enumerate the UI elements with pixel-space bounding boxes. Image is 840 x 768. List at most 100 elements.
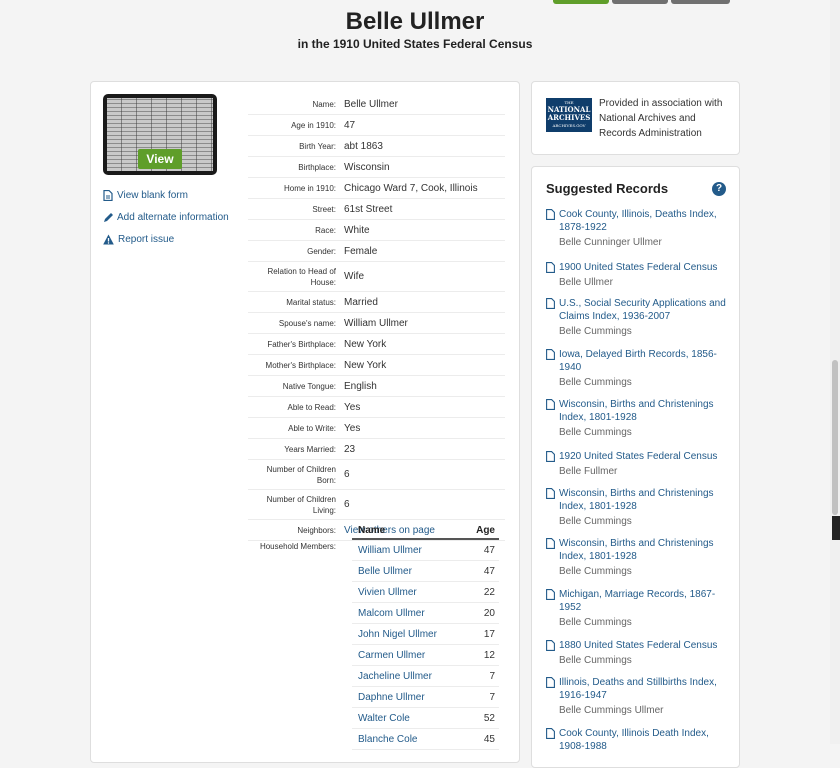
- suggested-record-link[interactable]: Illinois, Deaths and Stillbirths Index, …: [546, 676, 726, 702]
- document-icon: [546, 728, 555, 739]
- household-member-age: 17: [483, 628, 495, 640]
- view-image-button[interactable]: View: [138, 149, 182, 169]
- record-header: Belle Ullmer in the 1910 United States F…: [0, 7, 830, 51]
- suggested-record-link[interactable]: Iowa, Delayed Birth Records, 1856-1940: [546, 348, 726, 374]
- fact-row: Number of Children Born: 6: [248, 460, 505, 490]
- suggested-record-link[interactable]: U.S., Social Security Applications and C…: [546, 297, 726, 323]
- household-member-link[interactable]: William Ullmer: [358, 545, 422, 556]
- fact-row: Marital status: Married: [248, 292, 505, 313]
- fact-label: Gender:: [307, 246, 336, 256]
- fact-row: Native Tongue: English: [248, 376, 505, 397]
- suggested-record-link[interactable]: Wisconsin, Births and Christenings Index…: [546, 537, 726, 563]
- household-member-age: 52: [483, 712, 495, 724]
- record-image-thumbnail[interactable]: View: [103, 94, 217, 175]
- nara-attribution: Provided in association with National Ar…: [599, 98, 723, 139]
- household-member-link[interactable]: Daphne Ullmer: [358, 692, 425, 703]
- document-icon: [546, 589, 555, 600]
- document-icon: [546, 298, 555, 309]
- household-member-link[interactable]: John Nigel Ullmer: [358, 629, 437, 640]
- document-icon: [546, 262, 555, 273]
- scrollbar-thumb[interactable]: [832, 360, 838, 515]
- household-row: Daphne Ullmer 7: [352, 687, 499, 708]
- suggested-record-title: Wisconsin, Births and Christenings Index…: [559, 538, 714, 562]
- suggested-record-link[interactable]: Cook County, Illinois Death Index, 1908-…: [546, 727, 726, 753]
- add-alternate-info-link[interactable]: Add alternate information: [103, 206, 229, 228]
- suggested-record-item: Wisconsin, Births and Christenings Index…: [546, 487, 726, 529]
- household-member-link[interactable]: Malcom Ullmer: [358, 608, 425, 619]
- page-scrollbar[interactable]: [830, 0, 840, 744]
- fact-value: William Ullmer: [344, 317, 408, 329]
- household-member-link[interactable]: Carmen Ullmer: [358, 650, 425, 661]
- suggested-record-item: 1900 United States Federal Census Belle U…: [546, 261, 726, 290]
- fact-row: Home in 1910: Chicago Ward 7, Cook, Illin…: [248, 178, 505, 199]
- household-member-age: 22: [483, 586, 495, 598]
- suggested-record-title: U.S., Social Security Applications and C…: [559, 298, 726, 322]
- fact-row: Birthplace: Wisconsin: [248, 157, 505, 178]
- fact-row: Spouse's name: William Ullmer: [248, 313, 505, 334]
- suggested-record-title: Wisconsin, Births and Christenings Index…: [559, 399, 714, 423]
- document-icon: [546, 677, 555, 688]
- suggested-record-item: 1880 United States Federal Census Belle C…: [546, 639, 726, 668]
- tools-button[interactable]: [612, 0, 668, 4]
- household-member-age: 20: [483, 607, 495, 619]
- fact-value: English: [344, 380, 377, 392]
- suggested-record-link[interactable]: 1900 United States Federal Census: [546, 261, 726, 274]
- suggested-record-link[interactable]: Cook County, Illinois, Deaths Index, 187…: [546, 208, 726, 234]
- suggested-record-person: Belle Cummings: [559, 427, 632, 438]
- report-issue-link[interactable]: Report issue: [103, 228, 229, 250]
- fact-value: abt 1863: [344, 140, 383, 152]
- household-members-table: Name Age William Ullmer 47 Belle Ullmer 47 V…: [352, 523, 499, 750]
- record-actions: View blank form Add alternate informatio…: [103, 184, 229, 250]
- suggested-record-title: Cook County, Illinois Death Index, 1908-…: [559, 728, 709, 752]
- suggested-record-item: Illinois, Deaths and Stillbirths Index, …: [546, 676, 726, 718]
- fact-row: Father's Birthplace: New York: [248, 334, 505, 355]
- household-member-age: 47: [483, 565, 495, 577]
- household-member-link[interactable]: Belle Ullmer: [358, 566, 412, 577]
- suggested-record-link[interactable]: 1880 United States Federal Census: [546, 639, 726, 652]
- household-row: William Ullmer 47: [352, 540, 499, 561]
- fact-row: Relation to Head of House: Wife: [248, 262, 505, 292]
- suggested-record-link[interactable]: Michigan, Marriage Records, 1867-1952: [546, 588, 726, 614]
- fact-value: Wisconsin: [344, 161, 390, 173]
- fact-label: Native Tongue:: [282, 381, 336, 391]
- fact-value: New York: [344, 338, 387, 350]
- document-icon: [546, 451, 555, 462]
- suggested-record-link[interactable]: Wisconsin, Births and Christenings Index…: [546, 398, 726, 424]
- help-icon[interactable]: ?: [712, 182, 726, 196]
- fact-label: Neighbors:: [297, 525, 336, 535]
- suggested-record-person: Belle Cummings: [559, 377, 632, 388]
- fact-value: 6: [344, 499, 350, 510]
- save-button[interactable]: [553, 0, 609, 4]
- suggested-record-title: Illinois, Deaths and Stillbirths Index, …: [559, 677, 717, 701]
- suggested-record-title: Iowa, Delayed Birth Records, 1856-1940: [559, 349, 717, 373]
- suggested-record-link[interactable]: 1920 United States Federal Census: [546, 450, 726, 463]
- suggested-record-item: Iowa, Delayed Birth Records, 1856-1940 Be…: [546, 348, 726, 390]
- fact-label: Years Married:: [284, 444, 336, 454]
- suggested-record-person: Belle Cummings: [559, 655, 632, 666]
- household-header: Name Age: [352, 523, 499, 540]
- view-blank-form-link[interactable]: View blank form: [103, 184, 229, 206]
- household-member-link[interactable]: Jacheline Ullmer: [358, 671, 432, 682]
- fact-label: Relation to Head of House:: [267, 266, 337, 287]
- suggested-record-item: 1920 United States Federal Census Belle F…: [546, 450, 726, 479]
- suggested-record-link[interactable]: Wisconsin, Births and Christenings Index…: [546, 487, 726, 513]
- household-row: John Nigel Ullmer 17: [352, 624, 499, 645]
- document-icon: [546, 399, 555, 410]
- fact-value: 47: [344, 119, 356, 131]
- household-member-link[interactable]: Vivien Ullmer: [358, 587, 417, 598]
- fact-row: Name: Belle Ullmer: [248, 94, 505, 115]
- household-member-link[interactable]: Walter Cole: [358, 713, 410, 724]
- fact-label: Household Members:: [259, 542, 336, 551]
- suggested-record-person: Belle Cummings: [559, 566, 632, 577]
- fact-label: Age in 1910:: [291, 120, 336, 130]
- fact-value: 6: [344, 469, 350, 480]
- suggested-record-person: Belle Fullmer: [559, 466, 618, 477]
- household-member-link[interactable]: Blanche Cole: [358, 734, 417, 745]
- add-alternate-info-label: Add alternate information: [117, 211, 229, 223]
- household-row: Carmen Ullmer 12: [352, 645, 499, 666]
- suggested-record-title: Wisconsin, Births and Christenings Index…: [559, 488, 714, 512]
- household-row: Belle Ullmer 47: [352, 561, 499, 582]
- warning-icon: [103, 234, 114, 244]
- share-button[interactable]: [671, 0, 730, 4]
- suggested-record-person: Belle Cummings Ullmer: [559, 705, 664, 716]
